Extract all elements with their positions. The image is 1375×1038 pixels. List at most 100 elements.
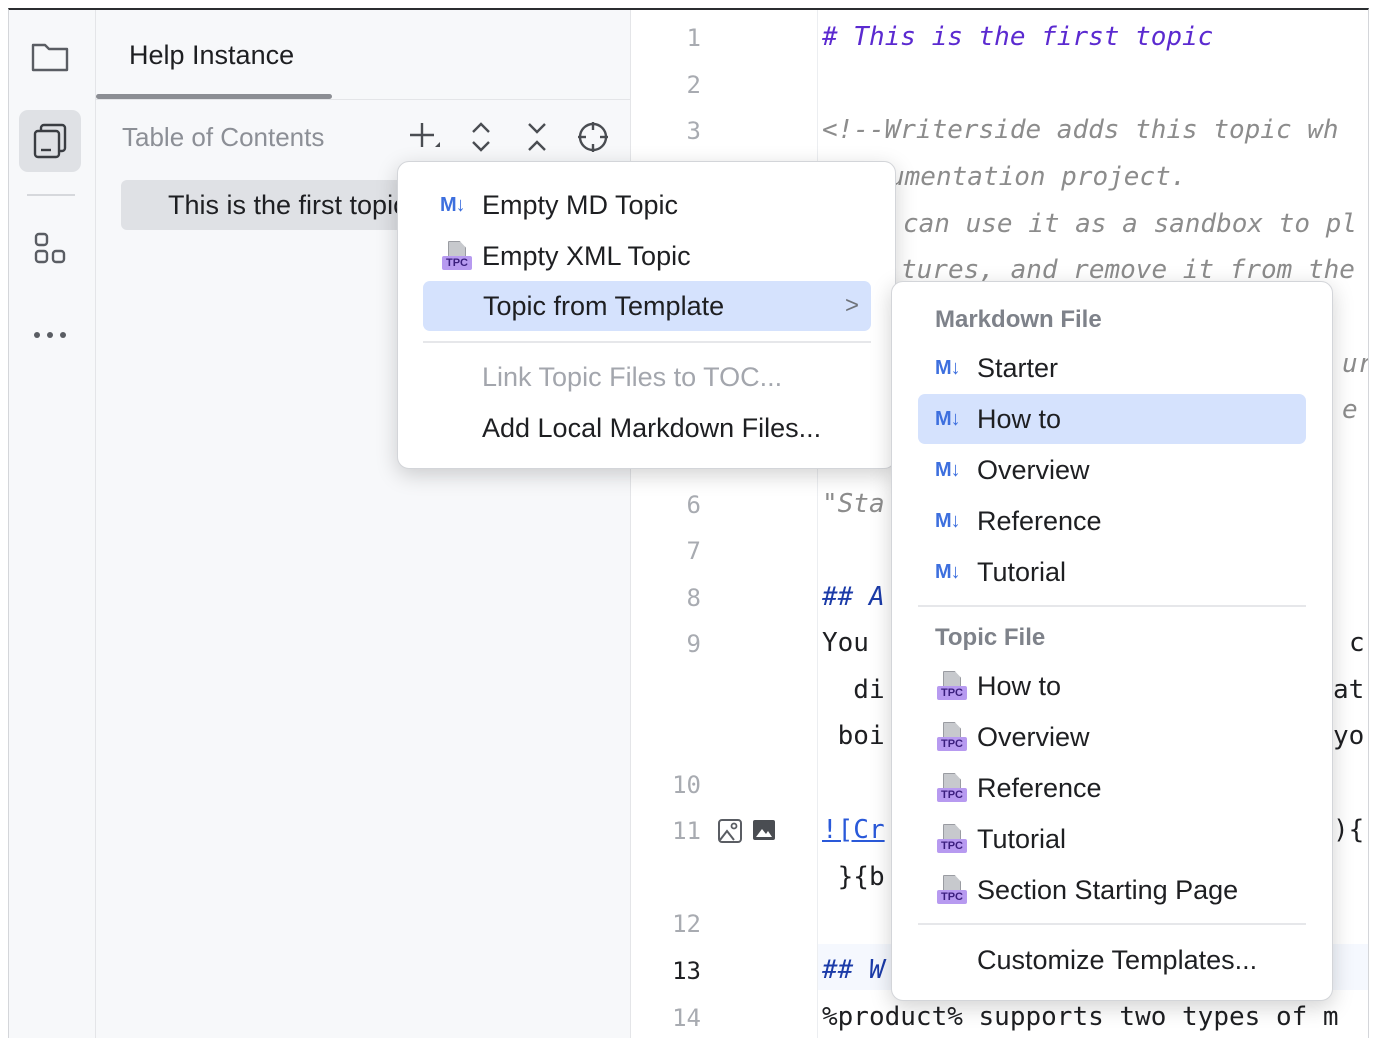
line-number: 7 (686, 537, 701, 565)
menu-item-label: Topic from Template (483, 291, 725, 321)
menu-item-label: How to (977, 404, 1062, 434)
menu-item-label: Add Local Markdown Files... (482, 413, 822, 443)
toc-header: Table of Contents (122, 122, 325, 152)
menu-item-label: Section Starting Page (977, 875, 1239, 905)
template-submenu: Markdown File M↓ Starter M↓ How to M↓ Ov… (891, 281, 1333, 1001)
menu-item-tpc-overview[interactable]: TPC Overview (918, 714, 1306, 760)
line-number: 2 (686, 71, 701, 99)
code-line: ## A (822, 582, 885, 612)
code-line: <!--Writerside adds this topic wh (822, 115, 1339, 145)
code-line: boi (822, 721, 885, 751)
md-icon: M↓ (935, 408, 961, 430)
tool-strip (9, 10, 96, 1038)
structure-icon (34, 232, 66, 264)
menu-item-md-reference[interactable]: M↓ Reference (918, 498, 1306, 544)
menu-item-topic-from-template[interactable]: Topic from Template > (423, 281, 871, 331)
image-icon[interactable] (752, 818, 776, 842)
code-line: e (1342, 395, 1358, 425)
menu-separator (918, 923, 1306, 925)
expand-icon (472, 122, 490, 152)
project-tool-button[interactable] (19, 26, 81, 88)
tpc-icon: TPC (937, 671, 967, 701)
menu-item-add-local-markdown[interactable]: Add Local Markdown Files... (440, 405, 870, 451)
code-fragment: c (1349, 628, 1365, 658)
md-icon: M↓ (935, 357, 961, 379)
line-number: 1 (686, 24, 701, 52)
code-line: ## W (822, 955, 885, 985)
md-icon: M↓ (440, 194, 466, 216)
toc-icon (33, 123, 67, 159)
line-number: 10 (672, 771, 701, 799)
code-line: "Sta (822, 489, 885, 519)
code-line: You (822, 628, 885, 658)
structure-tool-button[interactable] (19, 218, 81, 280)
line-number: 6 (686, 491, 701, 519)
menu-item-empty-md-topic[interactable]: M↓ Empty MD Topic (440, 182, 870, 228)
code-line: can use it as a sandbox to pl (903, 209, 1357, 239)
add-topic-button[interactable] (406, 118, 444, 156)
tab-help-instance[interactable]: Help Instance (129, 40, 294, 71)
menu-item-label: Reference (977, 506, 1102, 536)
code-fragment: at (1333, 675, 1365, 705)
line-number: 12 (672, 910, 701, 938)
md-icon: M↓ (935, 459, 961, 481)
menu-item-label: Customize Templates... (977, 945, 1258, 975)
menu-item-tpc-section-starting-page[interactable]: TPC Section Starting Page (918, 867, 1306, 913)
tpc-icon: TPC (937, 722, 967, 752)
strip-divider (27, 194, 75, 196)
menu-item-md-starter[interactable]: M↓ Starter (918, 345, 1306, 391)
code-line: di (822, 675, 885, 705)
section-topic-file: Topic File (935, 624, 1046, 651)
menu-item-md-tutorial[interactable]: M↓ Tutorial (918, 549, 1306, 595)
collapse-all-button[interactable] (518, 118, 556, 156)
menu-item-md-overview[interactable]: M↓ Overview (918, 447, 1306, 493)
tpc-icon: TPC (937, 875, 967, 905)
menu-item-customize-templates[interactable]: Customize Templates... (918, 937, 1306, 983)
line-number-current: 13 (672, 957, 701, 985)
collapse-icon (528, 123, 546, 151)
menu-item-empty-xml-topic[interactable]: TPC Empty XML Topic (440, 233, 870, 279)
more-icon (34, 332, 66, 338)
line-number: 9 (686, 630, 701, 658)
md-icon: M↓ (935, 510, 961, 532)
menu-item-label: How to (977, 671, 1062, 701)
code-line: umentation project. (889, 162, 1187, 192)
tab-divider (96, 99, 630, 100)
menu-item-label: Reference (977, 773, 1102, 803)
more-tools-button[interactable] (19, 304, 81, 366)
menu-item-md-how-to[interactable]: M↓ How to (918, 394, 1306, 444)
line-number: 14 (672, 1004, 701, 1032)
tpc-icon: TPC (937, 773, 967, 803)
menu-item-label: Link Topic Files to TOC... (482, 362, 783, 392)
menu-separator (423, 341, 871, 343)
locate-icon (578, 122, 608, 152)
menu-item-label: Starter (977, 353, 1059, 383)
folder-icon (31, 43, 69, 72)
menu-item-link-topic-files: Link Topic Files to TOC... (440, 354, 870, 400)
toc-tool-button[interactable] (19, 110, 81, 172)
line-number: 8 (686, 584, 701, 612)
code-line: %product% supports two types of m (822, 1002, 1339, 1032)
menu-separator (918, 605, 1306, 607)
md-icon: M↓ (935, 561, 961, 583)
menu-item-tpc-reference[interactable]: TPC Reference (918, 765, 1306, 811)
code-line: }{b (822, 862, 885, 892)
image-preview-icon[interactable] (717, 818, 743, 844)
menu-item-label: Empty MD Topic (482, 190, 679, 220)
add-icon (410, 123, 440, 147)
line-number: 3 (686, 117, 701, 145)
add-topic-menu: M↓ Empty MD Topic TPC Empty XML Topic To… (397, 161, 896, 469)
expand-all-button[interactable] (462, 118, 500, 156)
code-line: ![Cr (822, 815, 885, 845)
menu-item-label: Overview (977, 455, 1090, 485)
menu-item-tpc-how-to[interactable]: TPC How to (918, 663, 1306, 709)
toc-toolbar (406, 118, 612, 156)
menu-item-label: Tutorial (977, 824, 1067, 854)
menu-item-label: Empty XML Topic (482, 241, 691, 271)
menu-item-tpc-tutorial[interactable]: TPC Tutorial (918, 816, 1306, 862)
menu-item-label: Overview (977, 722, 1090, 752)
locate-button[interactable] (574, 118, 612, 156)
code-fragment: ){ (1333, 815, 1365, 845)
tpc-icon: TPC (442, 241, 472, 271)
section-markdown-file: Markdown File (935, 306, 1102, 333)
